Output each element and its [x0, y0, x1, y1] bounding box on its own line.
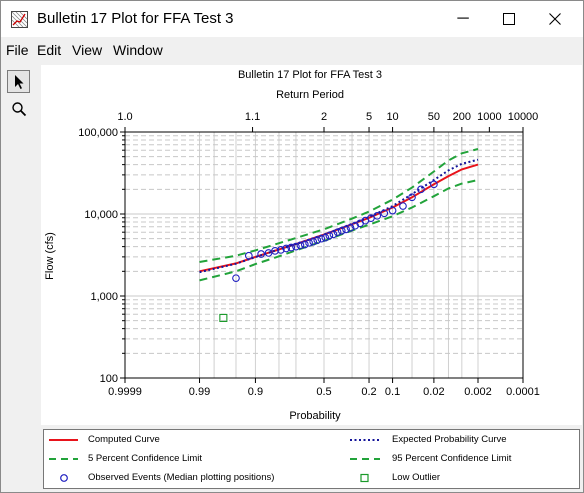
legend-label-observed: Observed Events (Median plotting positio…	[88, 472, 275, 483]
title-bar[interactable]: Bulletin 17 Plot for FFA Test 3 ─	[1, 1, 583, 37]
magnifier-icon	[11, 101, 26, 116]
pointer-tool-button[interactable]	[7, 70, 30, 93]
legend-label-expected: Expected Probability Curve	[392, 434, 507, 445]
y-tick-label: 100	[100, 373, 118, 385]
legend-label-5pct: 5 Percent Confidence Limit	[88, 453, 203, 464]
legend-label-95pct: 95 Percent Confidence Limit	[392, 453, 512, 464]
legend-observed-swatch	[60, 474, 68, 482]
maximize-button[interactable]	[485, 1, 533, 37]
application-window: Bulletin 17 Plot for FFA Test 3 ─ File E…	[0, 0, 584, 493]
chart-title: Bulletin 17 Plot for FFA Test 3	[238, 69, 382, 81]
top-tick-label: 1.1	[245, 111, 260, 123]
minimize-icon: ─	[457, 10, 469, 27]
pointer-arrow-icon	[14, 74, 23, 89]
window-title: Bulletin 17 Plot for FFA Test 3	[37, 10, 234, 27]
top-tick-label: 200	[453, 111, 471, 123]
top-tick-label: 1.0	[117, 111, 132, 123]
legend-outlier-swatch	[360, 473, 369, 483]
close-button[interactable]	[531, 1, 579, 37]
plot-toolbar	[5, 68, 33, 126]
top-tick-label: 50	[428, 111, 440, 123]
x-tick-label: 0.99	[189, 386, 210, 398]
legend-label-computed: Computed Curve	[88, 434, 160, 445]
observed-event-marker	[399, 202, 407, 210]
x-axis-label: Probability	[289, 410, 341, 422]
x-tick-label: 0.0001	[506, 386, 540, 398]
top-axis-label: Return Period	[276, 89, 344, 101]
zoom-tool-button[interactable]	[7, 97, 30, 120]
y-tick-label: 100,000	[78, 127, 118, 139]
minimize-button[interactable]: ─	[439, 1, 487, 37]
y-tick-label: 1,000	[90, 291, 118, 303]
y-tick-label: 10,000	[84, 209, 118, 221]
x-tick-label: 0.2	[361, 386, 376, 398]
maximize-icon	[503, 13, 515, 25]
menu-edit[interactable]: Edit	[37, 42, 61, 58]
plot-panel: Bulletin 17 Plot for FFA Test 3 Return P…	[41, 65, 582, 425]
x-tick-label: 0.002	[464, 386, 492, 398]
menu-window[interactable]: Window	[113, 42, 163, 58]
top-tick-label: 2	[321, 111, 327, 123]
menu-view[interactable]: View	[72, 42, 102, 58]
series-line-1	[199, 158, 479, 274]
legend-label-outlier: Low Outlier	[392, 472, 441, 483]
top-tick-label: 1000	[477, 111, 501, 123]
x-tick-label: 0.9999	[108, 386, 142, 398]
series-line-2	[199, 148, 479, 263]
x-tick-label: 0.02	[423, 386, 444, 398]
frequency-chart: Bulletin 17 Plot for FFA Test 3 Return P…	[44, 69, 540, 422]
chart-app-icon	[11, 11, 28, 28]
x-tick-label: 0.9	[248, 386, 263, 398]
chart-legend: Computed Curve Expected Probability Curv…	[43, 429, 580, 489]
y-axis-label: Flow (cfs)	[44, 232, 56, 280]
menu-bar: File Edit View Window	[1, 39, 583, 61]
x-tick-label: 0.1	[385, 386, 400, 398]
x-tick-label: 0.5	[316, 386, 331, 398]
top-tick-label: 10000	[508, 111, 539, 123]
close-icon	[549, 13, 561, 25]
observed-event-marker	[244, 251, 253, 260]
menu-file[interactable]: File	[6, 42, 29, 58]
top-tick-label: 5	[366, 111, 372, 123]
top-tick-label: 10	[386, 111, 398, 123]
